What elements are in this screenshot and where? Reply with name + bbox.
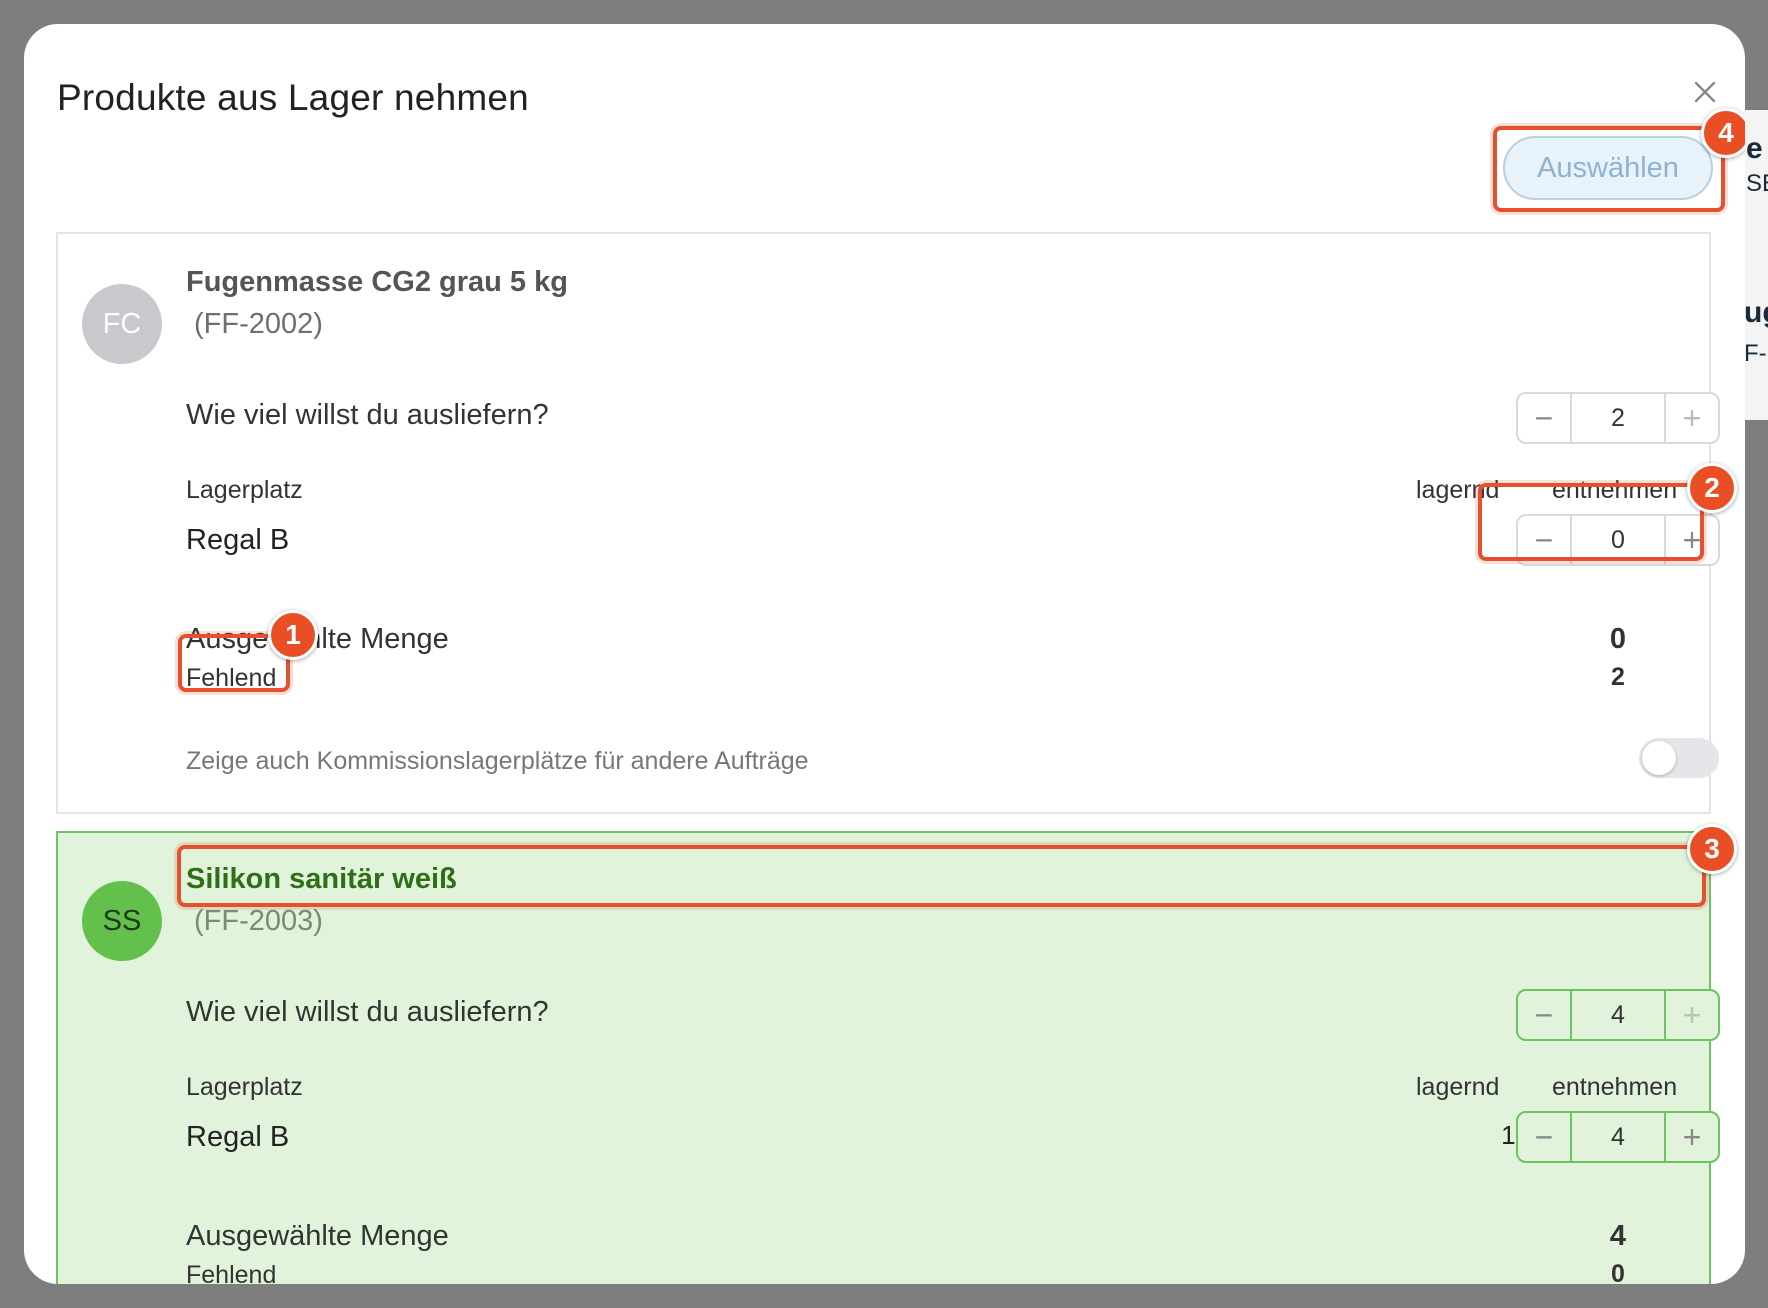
deliver-qty-stepper: − 2 +: [1516, 392, 1720, 444]
annotation-badge-4: 4: [1701, 108, 1745, 158]
decrement-button[interactable]: −: [1518, 991, 1570, 1039]
deliver-qty-stepper: − 4 +: [1516, 989, 1720, 1041]
commission-storage-toggle[interactable]: [1639, 738, 1719, 778]
product-name: Fugenmasse CG2 grau 5 kg: [186, 266, 568, 298]
deliver-question: Wie viel willst du ausliefern?: [186, 996, 549, 1028]
location-header: Lagerplatz: [186, 476, 303, 504]
increment-button[interactable]: +: [1666, 1113, 1718, 1161]
toggle-knob: [1642, 741, 1676, 775]
product-name: Silikon sanitär weiß: [186, 863, 457, 895]
missing-label: Fehlend: [186, 1261, 277, 1284]
product-sku: (FF-2003): [194, 905, 323, 937]
missing-value: 0: [1611, 1260, 1625, 1284]
take-from-stock-dialog: Produkte aus Lager nehmen Auswählen FC F…: [24, 24, 1745, 1284]
take-header: entnehmen: [1552, 476, 1678, 504]
take-qty-value[interactable]: 4: [1570, 1113, 1666, 1161]
toggle-label: Zeige auch Kommissionslagerplätze für an…: [186, 747, 809, 775]
stock-header: lagernd: [1416, 1073, 1500, 1101]
increment-button[interactable]: +: [1666, 516, 1718, 564]
decrement-button[interactable]: −: [1518, 1113, 1570, 1161]
avatar: FC: [82, 284, 162, 364]
selected-amount-value: 0: [1609, 623, 1627, 655]
background-peek-text-4: F-: [1744, 340, 1767, 367]
deliver-question: Wie viel willst du ausliefern?: [186, 399, 549, 431]
product-card: FC Fugenmasse CG2 grau 5 kg (FF-2002) Wi…: [56, 232, 1720, 814]
location-name: Regal B: [186, 1121, 290, 1153]
annotation-badge-2: 2: [1687, 463, 1737, 513]
missing-label: Fehlend: [186, 664, 277, 692]
missing-value: 2: [1611, 663, 1625, 691]
background-peek-text-3: ug: [1744, 296, 1768, 329]
annotation-badge-3: 3: [1687, 824, 1737, 874]
product-sku: (FF-2002): [194, 308, 323, 340]
stock-header: lagernd: [1416, 476, 1500, 504]
deliver-qty-value[interactable]: 4: [1570, 991, 1666, 1039]
location-header: Lagerplatz: [186, 1073, 303, 1101]
background-peek-text-2: SE: [1746, 170, 1768, 197]
decrement-button[interactable]: −: [1518, 394, 1570, 442]
product-card: SS Silikon sanitär weiß (FF-2003) Wie vi…: [56, 831, 1720, 1284]
selected-amount-value: 4: [1609, 1220, 1627, 1252]
take-qty-stepper: − 0 +: [1516, 514, 1720, 566]
close-icon: [1694, 81, 1716, 103]
deliver-qty-value[interactable]: 2: [1570, 394, 1666, 442]
annotation-badge-1: 1: [268, 610, 318, 660]
take-qty-value[interactable]: 0: [1570, 516, 1666, 564]
increment-button[interactable]: +: [1666, 394, 1718, 442]
close-button[interactable]: [1685, 72, 1725, 112]
background-peek-text-1: e: [1746, 132, 1763, 165]
selected-amount-label: Ausgewählte Menge: [186, 1220, 449, 1252]
take-qty-stepper: − 4 +: [1516, 1111, 1720, 1163]
decrement-button[interactable]: −: [1518, 516, 1570, 564]
location-name: Regal B: [186, 524, 290, 556]
avatar: SS: [82, 881, 162, 961]
select-button[interactable]: Auswählen: [1503, 136, 1713, 200]
take-header: entnehmen: [1552, 1073, 1678, 1101]
increment-button[interactable]: +: [1666, 991, 1718, 1039]
dialog-title: Produkte aus Lager nehmen: [57, 77, 529, 118]
